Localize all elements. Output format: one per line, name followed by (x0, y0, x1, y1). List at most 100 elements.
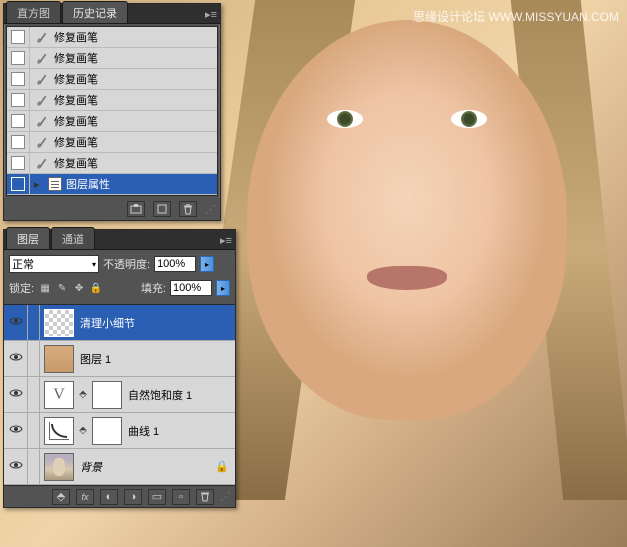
layer-name[interactable]: 图层 1 (78, 351, 111, 367)
history-item[interactable]: 修复画笔 (7, 48, 217, 69)
trash-icon[interactable] (179, 201, 197, 217)
history-panel: 直方图 历史记录 ▸≡ 修复画笔修复画笔修复画笔修复画笔修复画笔修复画笔修复画笔… (3, 3, 221, 221)
history-footer: ⋰ (4, 198, 220, 220)
group-icon[interactable]: ▭ (148, 489, 166, 505)
eye-icon (9, 424, 23, 437)
opacity-input[interactable]: 100% (154, 256, 196, 272)
visibility-toggle[interactable] (4, 413, 28, 449)
history-checkbox[interactable] (11, 114, 25, 128)
visibility-toggle[interactable] (4, 341, 28, 377)
history-checkbox[interactable] (11, 72, 25, 86)
layer-list[interactable]: 清理小细节图层 1 ⬘ 自然饱和度 1 ⬘ 曲线 1 背景🔒 (4, 304, 235, 485)
history-item-label: 修复画笔 (54, 134, 98, 150)
healing-brush-icon (34, 71, 50, 87)
layers-panel: 图层 通道 ▸≡ 正常▾ 不透明度: 100% ▸ 锁定: ▦ ✎ ✥ 🔒 填充… (3, 229, 236, 508)
adjustment-icon[interactable]: ◑ (124, 489, 142, 505)
new-layer-icon[interactable]: ▫ (172, 489, 190, 505)
opacity-flyout-icon[interactable]: ▸ (200, 256, 214, 272)
history-tabbar: 直方图 历史记录 ▸≡ (4, 4, 220, 24)
eye-icon (9, 316, 23, 329)
link-column[interactable] (28, 377, 40, 413)
visibility-toggle[interactable] (4, 377, 28, 413)
link-column[interactable] (28, 305, 40, 341)
layer-name[interactable]: 曲线 1 (126, 423, 159, 439)
layer-row[interactable]: 背景🔒 (4, 449, 235, 485)
mask-icon[interactable]: ◐ (100, 489, 118, 505)
healing-brush-icon (34, 29, 50, 45)
tab-histogram[interactable]: 直方图 (6, 1, 61, 23)
panel-menu-icon[interactable]: ▸≡ (217, 231, 235, 249)
new-snapshot-icon[interactable] (127, 201, 145, 217)
link-column[interactable] (28, 341, 40, 377)
opacity-label: 不透明度: (103, 256, 150, 272)
history-checkbox[interactable] (11, 51, 25, 65)
layer-row[interactable]: 图层 1 (4, 341, 235, 377)
layer-name[interactable]: 背景 (78, 459, 102, 475)
trash-icon[interactable] (196, 489, 214, 505)
layer-name[interactable]: 清理小细节 (78, 315, 135, 331)
eye-icon (9, 352, 23, 365)
history-item-label: 修复画笔 (54, 71, 98, 87)
layer-thumbnail[interactable] (44, 453, 74, 481)
link-layers-icon[interactable]: ⬘ (52, 489, 70, 505)
resize-grip-icon[interactable]: ⋰ (205, 203, 216, 216)
lock-label: 锁定: (9, 280, 34, 296)
history-item-label: 修复画笔 (54, 50, 98, 66)
mask-thumbnail[interactable] (92, 417, 122, 445)
lock-position-icon[interactable]: ✥ (72, 281, 86, 295)
layer-controls: 正常▾ 不透明度: 100% ▸ 锁定: ▦ ✎ ✥ 🔒 填充: 100% ▸ (4, 250, 235, 304)
layer-thumbnail[interactable] (44, 345, 74, 373)
history-checkbox[interactable] (11, 156, 25, 170)
mask-link-icon[interactable]: ⬘ (78, 389, 88, 400)
history-item[interactable]: 修复画笔 (7, 111, 217, 132)
new-doc-icon[interactable] (153, 201, 171, 217)
fill-label: 填充: (141, 280, 166, 296)
link-column[interactable] (28, 413, 40, 449)
history-checkbox[interactable] (11, 30, 25, 44)
history-item[interactable]: 修复画笔 (7, 153, 217, 174)
healing-brush-icon (34, 113, 50, 129)
fill-input[interactable]: 100% (170, 280, 212, 296)
lock-pixels-icon[interactable]: ✎ (55, 281, 69, 295)
tab-channels[interactable]: 通道 (51, 227, 95, 249)
link-column[interactable] (28, 449, 40, 485)
properties-icon (48, 177, 62, 191)
history-item[interactable]: 修复画笔 (7, 69, 217, 90)
mask-link-icon[interactable]: ⬘ (78, 425, 88, 436)
history-item[interactable]: 修复画笔 (7, 27, 217, 48)
resize-grip-icon[interactable]: ⋰ (220, 490, 231, 503)
layer-thumbnail[interactable] (44, 381, 74, 409)
blend-mode-select[interactable]: 正常▾ (9, 255, 99, 273)
history-item-label: 修复画笔 (54, 113, 98, 129)
watermark-text: 思缘设计论坛 WWW.MISSYUAN.COM (413, 8, 619, 25)
lock-all-icon[interactable]: 🔒 (89, 281, 103, 295)
history-checkbox[interactable] (11, 177, 25, 191)
tab-layers[interactable]: 图层 (6, 227, 50, 249)
layer-row[interactable]: ⬘ 曲线 1 (4, 413, 235, 449)
layers-tabbar: 图层 通道 ▸≡ (4, 230, 235, 250)
history-checkbox[interactable] (11, 93, 25, 107)
fx-icon[interactable]: fx (76, 489, 94, 505)
panel-menu-icon[interactable]: ▸≡ (202, 5, 220, 23)
lock-transparent-icon[interactable]: ▦ (38, 281, 52, 295)
history-checkbox[interactable] (11, 135, 25, 149)
mask-thumbnail[interactable] (92, 381, 122, 409)
layer-row[interactable]: 清理小细节 (4, 305, 235, 341)
layer-row[interactable]: ⬘ 自然饱和度 1 (4, 377, 235, 413)
healing-brush-icon (34, 155, 50, 171)
tab-history[interactable]: 历史记录 (62, 1, 128, 23)
history-list[interactable]: 修复画笔修复画笔修复画笔修复画笔修复画笔修复画笔修复画笔▸图层属性 (6, 26, 218, 196)
visibility-toggle[interactable] (4, 305, 28, 341)
layer-thumbnail[interactable] (44, 417, 74, 445)
layer-thumbnail[interactable] (44, 309, 74, 337)
visibility-toggle[interactable] (4, 449, 28, 485)
history-item-label: 修复画笔 (54, 155, 98, 171)
healing-brush-icon (34, 50, 50, 66)
current-marker-icon: ▸ (34, 178, 44, 191)
history-item[interactable]: ▸图层属性 (7, 174, 217, 195)
history-item[interactable]: 修复画笔 (7, 90, 217, 111)
fill-flyout-icon[interactable]: ▸ (216, 280, 230, 296)
layer-name[interactable]: 自然饱和度 1 (126, 387, 192, 403)
history-item[interactable]: 修复画笔 (7, 132, 217, 153)
eye-icon (9, 460, 23, 473)
